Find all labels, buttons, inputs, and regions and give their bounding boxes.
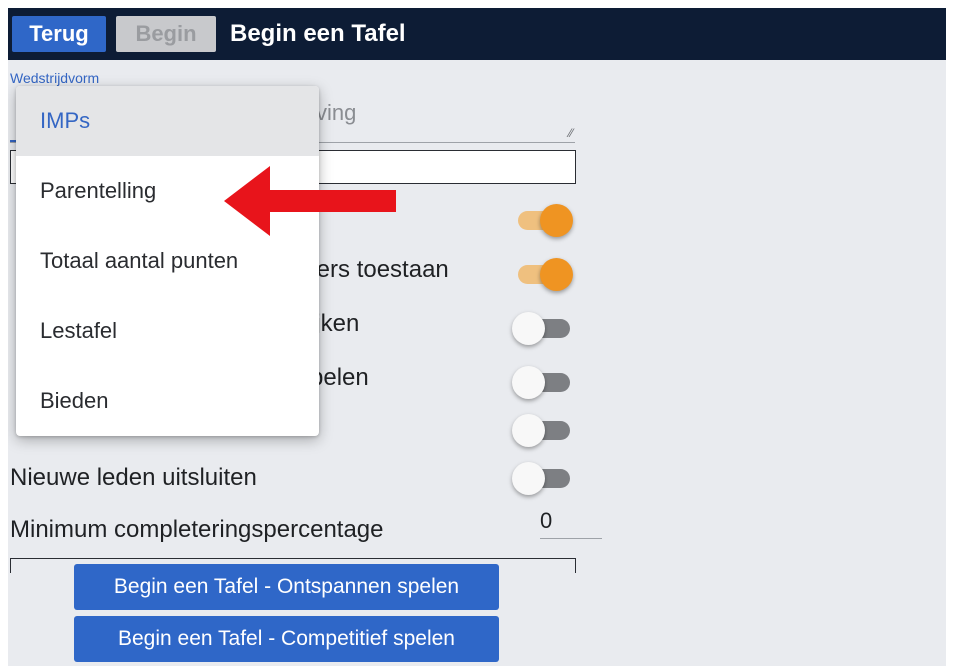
competition-form-label: Wedstrijdvorm <box>10 70 100 86</box>
setting-label-allow-players: elers toestaan <box>298 256 449 283</box>
min-completion-label: Minimum completeringspercentage <box>10 516 384 543</box>
min-completion-value[interactable]: 0 <box>540 508 552 534</box>
min-completion-underline <box>540 538 602 539</box>
toggle-knob <box>512 414 545 447</box>
setting-label-exclude-new-members: Nieuwe leden uitsluiten <box>10 464 257 491</box>
toggle-knob <box>512 312 545 345</box>
toggle-exclude-new-members[interactable] <box>512 460 574 496</box>
description-placeholder: ving <box>316 100 357 125</box>
toggle-setting-5[interactable] <box>512 412 574 448</box>
toggle-play[interactable] <box>512 364 574 400</box>
back-button[interactable]: Terug <box>12 16 106 52</box>
arrow-shape <box>224 166 396 236</box>
dropdown-option-bieden[interactable]: Bieden <box>16 366 319 436</box>
page-title: Begin een Tafel <box>230 20 406 47</box>
start-competitive-button[interactable]: Begin een Tafel - Competitief spelen <box>74 616 499 662</box>
toggle-knob <box>540 258 573 291</box>
top-bar: Terug Begin Begin een Tafel <box>8 8 946 60</box>
toggle-allow-players[interactable] <box>512 256 574 292</box>
competition-form-dropdown: IMPs Parentelling Totaal aantal punten L… <box>16 86 319 436</box>
app-frame: Terug Begin Begin een Tafel Wedstrijdvor… <box>8 8 946 666</box>
red-arrow-icon <box>224 166 396 236</box>
toggle-watch[interactable] <box>512 310 574 346</box>
toggle-setting-1[interactable] <box>512 202 574 238</box>
toggle-knob <box>512 462 545 495</box>
dropdown-option-total-points[interactable]: Totaal aantal punten <box>16 226 319 296</box>
begin-button[interactable]: Begin <box>116 16 216 52</box>
dropdown-option-imps[interactable]: IMPs <box>16 86 319 156</box>
start-casual-button[interactable]: Begin een Tafel - Ontspannen spelen <box>74 564 499 610</box>
toggle-knob <box>512 366 545 399</box>
toggle-knob <box>540 204 573 237</box>
resize-grip-icon[interactable]: ⁄⁄ <box>569 126 573 140</box>
dropdown-option-lestafel[interactable]: Lestafel <box>16 296 319 366</box>
